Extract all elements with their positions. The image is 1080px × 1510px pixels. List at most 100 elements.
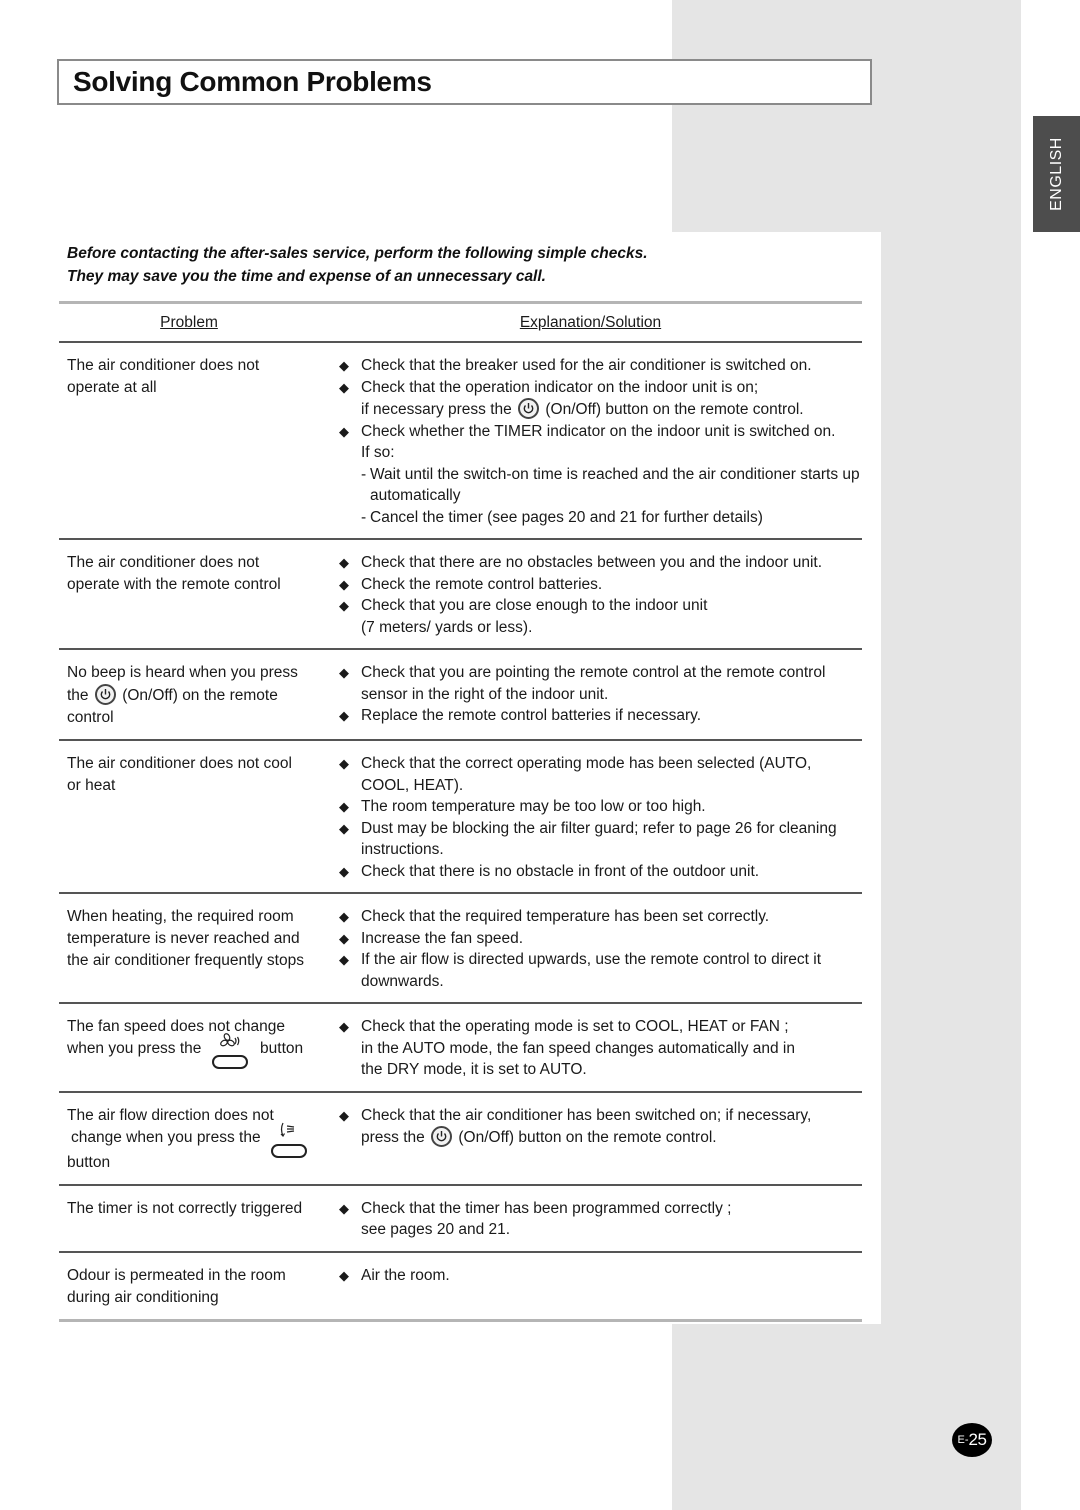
diamond-bullet-icon: ◆ bbox=[339, 1107, 349, 1123]
table-row: Odour is permeated in the room during ai… bbox=[59, 1253, 862, 1319]
problem-cell: The air conditioner does not operate at … bbox=[59, 355, 329, 528]
solution-text: Check whether the TIMER indicator on the… bbox=[361, 422, 836, 440]
table-bottom-rule bbox=[59, 1318, 862, 1322]
title-box: Solving Common Problems bbox=[57, 59, 872, 105]
page-number: 25 bbox=[968, 1430, 987, 1449]
solution-text: Cancel the timer (see pages 20 and 21 fo… bbox=[370, 508, 763, 526]
problem-cell: When heating, the required room temperat… bbox=[59, 906, 329, 992]
solution-item: ◆ Air the room. bbox=[337, 1265, 862, 1287]
solution-text: Dust may be blocking the air filter guar… bbox=[361, 819, 837, 837]
solution-continuation: downwards. bbox=[361, 972, 444, 990]
solution-text: press the bbox=[361, 1129, 425, 1146]
page-number-prefix: E- bbox=[957, 1434, 969, 1446]
solution-item: ◆ Check the remote control batteries. bbox=[337, 574, 862, 596]
solution-item: ◆ Check that the air conditioner has been… bbox=[337, 1105, 862, 1127]
table-row: When heating, the required room temperat… bbox=[59, 894, 862, 1002]
diamond-bullet-icon: ◆ bbox=[339, 952, 349, 967]
solution-continuation: sensor in the right of the indoor unit. bbox=[361, 685, 609, 703]
diamond-bullet-icon: ◆ bbox=[339, 665, 349, 680]
problem-cell: The air flow direction does not change w… bbox=[59, 1105, 329, 1174]
solution-continuation: in the AUTO mode, the fan speed changes … bbox=[361, 1039, 795, 1057]
solution-cell: ◆ Check that the breaker used for the air… bbox=[329, 355, 862, 528]
solution-text: (On/Off) button on the remote control. bbox=[458, 1129, 717, 1146]
solution-continuation: COOL, HEAT). bbox=[361, 776, 464, 794]
solution-text: Check the remote control batteries. bbox=[361, 575, 603, 593]
solution-cell: ◆ Check that the correct operating mode h… bbox=[329, 753, 862, 882]
solution-text: Replace the remote control batteries if … bbox=[361, 707, 702, 724]
solution-cell: ◆ Check that the required temperature has… bbox=[329, 906, 862, 992]
power-button-icon bbox=[518, 398, 540, 419]
problem-text: button bbox=[260, 1040, 304, 1057]
solution-continuation: If so: bbox=[361, 444, 395, 461]
solution-item: ◆ The room temperature may be too low or … bbox=[337, 796, 862, 818]
problem-text: or heat bbox=[67, 777, 116, 794]
solution-item: ◆ Check that there is no obstacle in fron… bbox=[337, 861, 862, 883]
solution-continuation: the DRY mode, it is set to AUTO. bbox=[361, 1061, 587, 1078]
problem-cell: The air conditioner does not operate wit… bbox=[59, 552, 329, 638]
solution-text: Check that there are no obstacles betwee… bbox=[361, 554, 822, 571]
solution-text: Check that the breaker used for the air … bbox=[361, 357, 812, 374]
problem-text-line: the (On/Off) on the remote bbox=[67, 684, 329, 707]
solution-text: Check that the operation indicator on th… bbox=[361, 378, 759, 396]
diamond-bullet-icon: ◆ bbox=[339, 1200, 349, 1216]
table-row: The fan speed does not change when you p… bbox=[59, 1004, 862, 1091]
solution-item: ◆ Check that you are pointing the remote … bbox=[337, 662, 862, 684]
problem-cell: No beep is heard when you press the (On/… bbox=[59, 662, 329, 729]
solution-text: Air the room. bbox=[361, 1266, 450, 1284]
page-title: Solving Common Problems bbox=[73, 66, 432, 97]
problem-text: The air conditioner does not bbox=[67, 554, 260, 571]
problem-text: The timer is not correctly triggered bbox=[67, 1199, 303, 1217]
solution-continuation: (7 meters/ yards or less). bbox=[361, 618, 533, 636]
problem-text: The fan speed does not change bbox=[67, 1018, 286, 1035]
solution-text: Check that the air conditioner has been … bbox=[361, 1106, 812, 1124]
solution-text: Check that the correct operating mode ha… bbox=[361, 755, 812, 772]
diamond-bullet-icon: ◆ bbox=[339, 909, 349, 924]
header-problem: Problem bbox=[160, 313, 218, 331]
solution-text: Check that you are pointing the remote c… bbox=[361, 664, 826, 681]
problem-text-line: when you press the button bbox=[67, 1033, 329, 1069]
table-row: The air conditioner does not operate wit… bbox=[59, 540, 862, 648]
diamond-bullet-icon: ◆ bbox=[339, 555, 349, 570]
solution-cell: ◆ Check that the air conditioner has been… bbox=[329, 1105, 862, 1174]
solution-continuation: if necessary press the (On/Off) button o… bbox=[337, 398, 862, 421]
troubleshooting-table: Problem Explanation/Solution The air con… bbox=[59, 301, 862, 1322]
solution-item: ◆ Check that the timer has been programme… bbox=[337, 1198, 862, 1220]
problem-text-line: change when you press the bbox=[67, 1122, 329, 1158]
problem-text: control bbox=[67, 709, 114, 726]
fan-speed-button-icon bbox=[210, 1033, 252, 1069]
diamond-bullet-icon: ◆ bbox=[339, 863, 349, 879]
solution-item: ◆ Check that there are no obstacles betwe… bbox=[337, 552, 862, 574]
problem-text: Odour is permeated in the room bbox=[67, 1266, 286, 1284]
solution-cell: ◆ Check that the timer has been programme… bbox=[329, 1198, 862, 1241]
diamond-bullet-icon: ◆ bbox=[339, 1019, 349, 1034]
solution-item: ◆ Check that the correct operating mode h… bbox=[337, 753, 862, 775]
problem-cell: The timer is not correctly triggered bbox=[59, 1198, 329, 1241]
problem-cell: The air conditioner does not cool or hea… bbox=[59, 753, 329, 882]
problem-text: operate with the remote control bbox=[67, 576, 281, 593]
language-tab-label: ENGLISH bbox=[1047, 137, 1065, 211]
power-button-icon bbox=[94, 684, 116, 705]
table-header: Problem Explanation/Solution bbox=[59, 304, 862, 341]
solution-item: ◆ Increase the fan speed. bbox=[337, 928, 862, 950]
solution-subitem: - Wait until the switch-on time is reache… bbox=[337, 464, 862, 507]
problem-text: change when you press the bbox=[71, 1128, 261, 1146]
solution-continuation: instructions. bbox=[361, 841, 444, 858]
table-row: The timer is not correctly triggered ◆ Ch… bbox=[59, 1186, 862, 1251]
solution-continuation: see pages 20 and 21. bbox=[361, 1221, 511, 1238]
solution-text: (On/Off) button on the remote control. bbox=[545, 401, 804, 418]
table-row: No beep is heard when you press the (On/… bbox=[59, 650, 862, 739]
diamond-bullet-icon: ◆ bbox=[339, 820, 349, 836]
solution-item: ◆ Check that the operation indicator on t… bbox=[337, 377, 862, 399]
solution-continuation: press the (On/Off) button on the remote … bbox=[337, 1126, 862, 1149]
table-row: The air conditioner does not operate at … bbox=[59, 343, 862, 538]
diamond-bullet-icon: ◆ bbox=[339, 1267, 349, 1283]
problem-text: the bbox=[67, 687, 89, 704]
intro-line-2: They may save you the time and expense o… bbox=[67, 268, 546, 285]
solution-item: ◆ Check that the operating mode is set to… bbox=[337, 1016, 862, 1038]
problem-cell: Odour is permeated in the room during ai… bbox=[59, 1265, 329, 1309]
diamond-bullet-icon: ◆ bbox=[339, 379, 349, 395]
solution-item: ◆ If the air flow is directed upwards, us… bbox=[337, 949, 862, 971]
intro-line-1: Before contacting the after-sales servic… bbox=[67, 245, 648, 262]
solution-subitem: - Cancel the timer (see pages 20 and 21 f… bbox=[337, 507, 862, 529]
diamond-bullet-icon: ◆ bbox=[339, 930, 349, 946]
